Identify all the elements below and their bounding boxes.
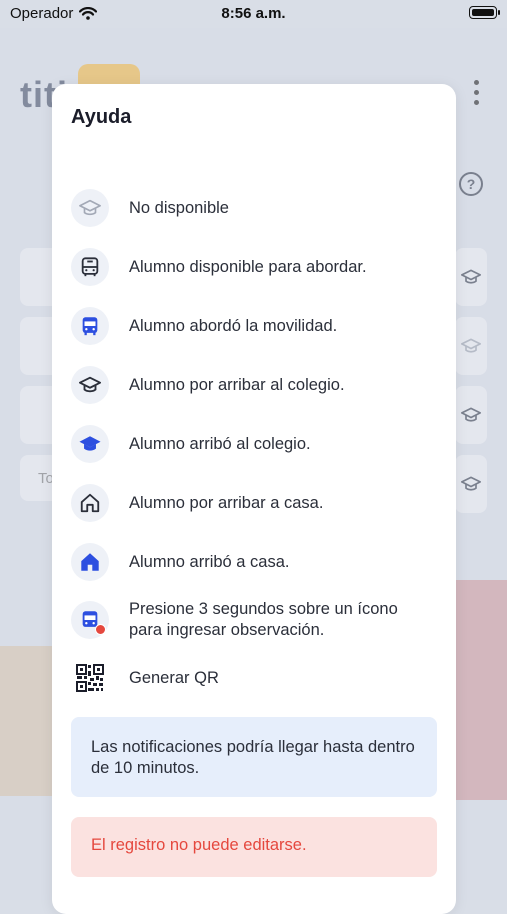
notification-info-box: Las notificaciones podría llegar hasta d… [71, 717, 437, 797]
graduation-cap-grey-icon [71, 189, 109, 227]
legend-label: Presione 3 segundos sobre un ícono para … [129, 600, 398, 639]
legend-item: No disponible [71, 189, 451, 227]
edit-warning-box: El registro no puede editarse. [71, 817, 437, 877]
legend-label: Alumno arribó al colegio. [129, 434, 311, 453]
generate-qr-item[interactable]: Generar QR [71, 659, 451, 697]
legend-label: Alumno por arribar al colegio. [129, 375, 345, 394]
legend-label: Alumno por arribar a casa. [129, 493, 324, 512]
generate-qr-label: Generar QR [129, 668, 219, 687]
status-bar: Operador 8:56 a.m. [0, 0, 507, 28]
status-time: 8:56 a.m. [221, 5, 286, 22]
legend-item: Alumno arribó al colegio. [71, 425, 451, 463]
home-outline-icon [71, 484, 109, 522]
legend-item: Alumno por arribar al colegio. [71, 366, 451, 404]
legend-item: Alumno arribó a casa. [71, 543, 451, 581]
modal-title: Ayuda [71, 106, 132, 128]
legend-label: Alumno abordó la movilidad. [129, 316, 338, 335]
help-modal: Ayuda No disponible Alumno disponible pa… [52, 84, 456, 914]
bus-with-red-dot-icon [71, 601, 109, 639]
qr-code-icon [71, 659, 109, 697]
legend-item: Alumno por arribar a casa. [71, 484, 451, 522]
bus-outline-icon [71, 248, 109, 286]
legend-label: No disponible [129, 198, 229, 217]
legend-item: Alumno disponible para abordar. [71, 248, 451, 286]
home-filled-blue-icon [71, 543, 109, 581]
battery-icon [469, 6, 500, 19]
bus-filled-blue-icon [71, 307, 109, 345]
graduation-cap-outline-icon [71, 366, 109, 404]
red-dot-indicator [95, 624, 106, 635]
legend-item: Presione 3 segundos sobre un ícono para … [71, 599, 451, 641]
legend-label: Alumno disponible para abordar. [129, 257, 367, 276]
graduation-cap-filled-blue-icon [71, 425, 109, 463]
legend-label: Alumno arribó a casa. [129, 552, 290, 571]
legend-item: Alumno abordó la movilidad. [71, 307, 451, 345]
